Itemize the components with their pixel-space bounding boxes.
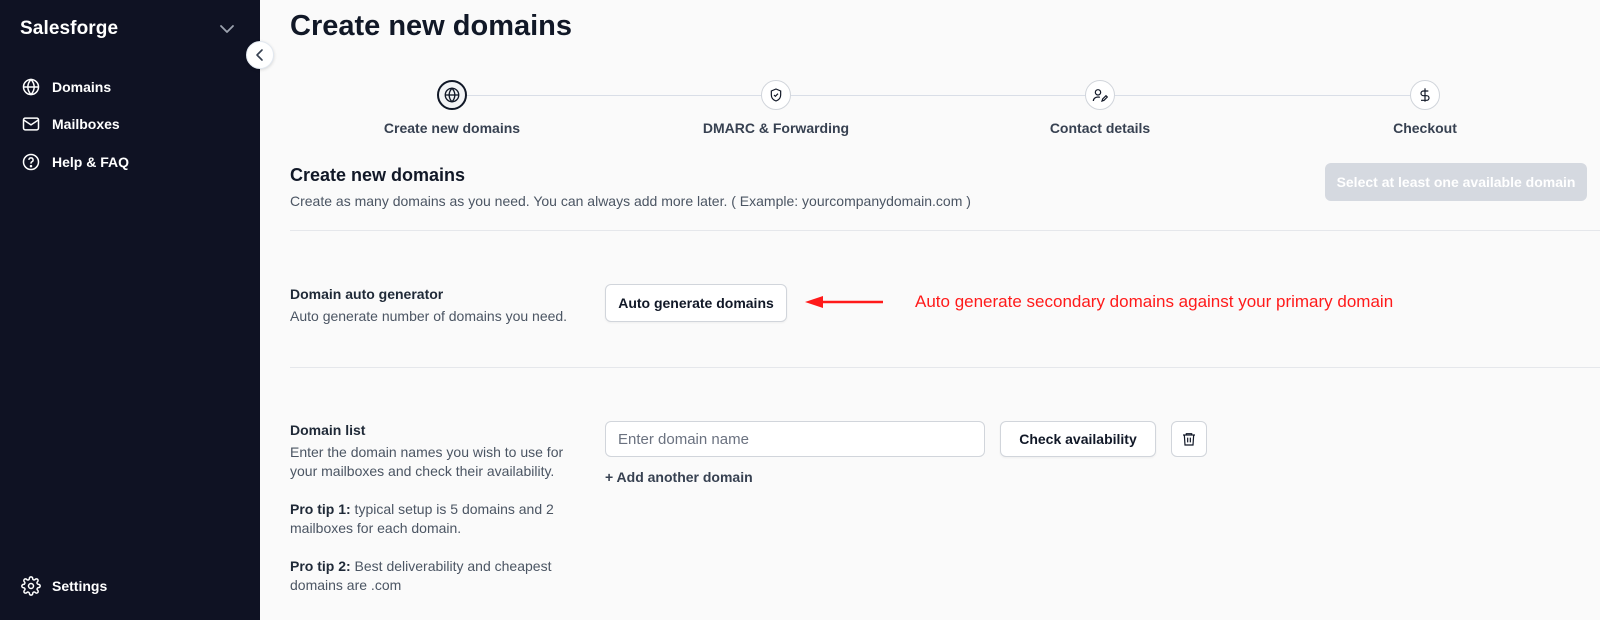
pro-tip-1: Pro tip 1: typical setup is 5 domains an…: [290, 500, 570, 538]
chevron-down-icon[interactable]: [218, 22, 236, 36]
section-title: Create new domains: [290, 165, 466, 185]
sidebar-item-label: Settings: [52, 578, 108, 594]
globe-icon: [20, 76, 42, 98]
auto-generate-button[interactable]: Auto generate domains: [605, 284, 787, 322]
brand-name: Salesforge: [20, 18, 119, 39]
sidebar-item-settings[interactable]: Settings: [20, 574, 107, 598]
user-edit-icon: [1092, 89, 1108, 102]
domain-name-input[interactable]: [605, 421, 985, 457]
step-circle: [1085, 80, 1115, 110]
divider: [290, 230, 1600, 231]
description-line: your mailboxes and check their availabil…: [290, 463, 555, 479]
sidebar: Salesforge Domains Mailboxes Help & FAQ …: [0, 0, 260, 620]
step-label: Checkout: [1393, 120, 1457, 136]
sidebar-item-domains[interactable]: Domains: [20, 75, 111, 99]
check-availability-button[interactable]: Check availability: [1000, 421, 1156, 457]
pro-tip-text: domains are .com: [290, 577, 402, 593]
section-description: Create as many domains as you need. You …: [290, 193, 971, 209]
pro-tip-text: Best deliverability and cheapest: [350, 558, 552, 574]
gear-icon: [20, 575, 42, 597]
description-line: Enter the domain names you wish to use f…: [290, 444, 564, 460]
step-label: Contact details: [1049, 120, 1151, 136]
delete-domain-button[interactable]: [1171, 421, 1207, 457]
select-domain-button[interactable]: Select at least one available domain: [1325, 163, 1587, 201]
help-circle-icon: [20, 151, 42, 173]
arrow-left-icon: [805, 296, 883, 308]
domain-list-description: Enter the domain names you wish to use f…: [290, 443, 563, 481]
add-another-domain-link[interactable]: + Add another domain: [605, 469, 753, 485]
main-content: Create new domains Create new domains DM…: [260, 0, 1600, 620]
dollar-icon: [1420, 88, 1430, 102]
collapse-sidebar-button[interactable]: [246, 41, 274, 69]
step-checkout[interactable]: Checkout: [1325, 80, 1525, 136]
pro-tip-text: typical setup is 5 domains and 2: [350, 501, 554, 517]
step-label: DMARC & Forwarding: [702, 120, 850, 136]
trash-icon: [1183, 433, 1195, 446]
pro-tip-2: Pro tip 2: Best deliverability and cheap…: [290, 557, 570, 595]
mail-icon: [20, 113, 42, 135]
sidebar-item-label: Mailboxes: [52, 116, 120, 132]
step-circle: [1410, 80, 1440, 110]
auto-generator-description: Auto generate number of domains you need…: [290, 308, 568, 324]
step-dmarc-forwarding[interactable]: DMARC & Forwarding: [676, 80, 876, 136]
sidebar-item-help[interactable]: Help & FAQ: [20, 150, 129, 174]
step-contact-details[interactable]: Contact details: [1000, 80, 1200, 136]
auto-generator-title: Domain auto generator: [290, 286, 444, 302]
sidebar-item-mailboxes[interactable]: Mailboxes: [20, 112, 120, 136]
pro-tip-label: Pro tip 2:: [290, 558, 351, 574]
globe-icon: [444, 87, 460, 103]
step-circle: [761, 80, 791, 110]
shield-check-icon: [770, 88, 782, 102]
step-label: Create new domains: [383, 120, 521, 136]
domain-list-title: Domain list: [290, 422, 366, 438]
annotation-text: Auto generate secondary domains against …: [915, 292, 1394, 311]
sidebar-item-label: Domains: [52, 79, 112, 95]
chevron-left-icon: [256, 49, 263, 61]
step-create-domains[interactable]: Create new domains: [352, 80, 552, 136]
stepper-line: [452, 95, 1426, 96]
pro-tip-label: Pro tip 1:: [290, 501, 351, 517]
sidebar-item-label: Help & FAQ: [52, 154, 130, 170]
pro-tip-text: mailboxes for each domain.: [290, 520, 462, 536]
page-title: Create new domains: [290, 10, 573, 42]
step-circle: [437, 80, 467, 110]
divider: [290, 367, 1600, 368]
